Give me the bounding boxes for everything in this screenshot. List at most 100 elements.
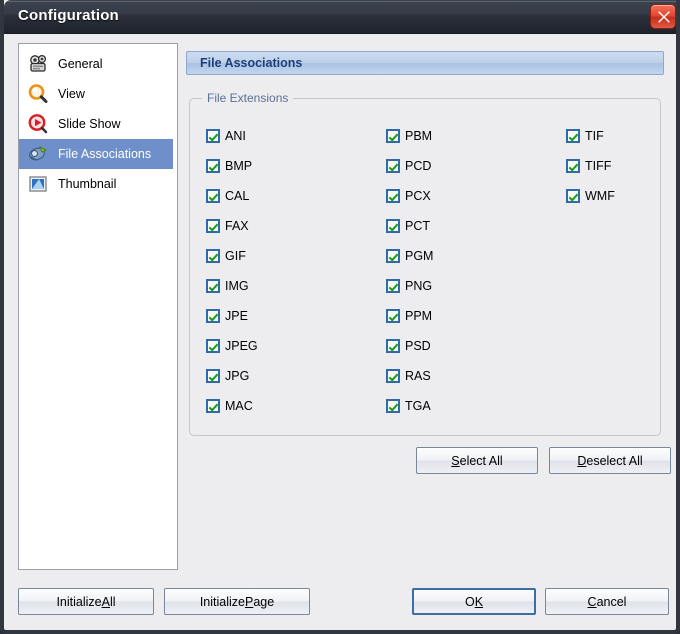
sidebar-item-label: Slide Show: [58, 117, 121, 131]
page-title: File Associations: [200, 56, 303, 70]
extension-label: TGA: [405, 399, 431, 413]
checkbox-jpeg[interactable]: [206, 339, 220, 353]
extension-label: JPE: [225, 309, 248, 323]
extension-label: PSD: [405, 339, 431, 353]
deselect-all-label-post: eselect All: [586, 453, 643, 468]
checkbox-wmf[interactable]: [566, 189, 580, 203]
checkbox-pct[interactable]: [386, 219, 400, 233]
select-all-label-post: elect All: [459, 453, 503, 468]
dialog-footer: Initialize All Initialize Page OK Cancel: [4, 584, 676, 626]
initialize-page-label-post: age: [253, 594, 275, 609]
list-item[interactable]: IMG: [190, 271, 370, 301]
checkbox-fax[interactable]: [206, 219, 220, 233]
checkbox-png[interactable]: [386, 279, 400, 293]
extension-label: WMF: [585, 189, 615, 203]
list-item[interactable]: MAC: [190, 391, 370, 421]
play-circle-icon: [27, 113, 49, 135]
checkbox-cal[interactable]: [206, 189, 220, 203]
checkbox-ani[interactable]: [206, 129, 220, 143]
list-item[interactable]: JPE: [190, 301, 370, 331]
extension-label: PPM: [405, 309, 433, 323]
extension-label: JPEG: [225, 339, 258, 353]
sidebar-item-view[interactable]: View: [19, 79, 177, 109]
category-list[interactable]: General View Slide Show File Association…: [18, 43, 178, 570]
sidebar-item-slide-show[interactable]: Slide Show: [19, 109, 177, 139]
checkbox-mac[interactable]: [206, 399, 220, 413]
list-item[interactable]: PCT: [370, 211, 550, 241]
list-item[interactable]: PNG: [370, 271, 550, 301]
list-item[interactable]: BMP: [190, 151, 370, 181]
file-link-icon: [27, 143, 49, 165]
extension-column-1: ANI BMP CAL FAX GIF IMG JPE JPEG JPG MAC: [190, 121, 370, 421]
cancel-label-post: ancel: [596, 594, 627, 609]
list-item[interactable]: FAX: [190, 211, 370, 241]
list-item[interactable]: CAL: [190, 181, 370, 211]
magnifier-icon: [27, 83, 49, 105]
checkbox-pbm[interactable]: [386, 129, 400, 143]
extension-label: GIF: [225, 249, 246, 263]
extension-label: PBM: [405, 129, 433, 143]
checkbox-jpg[interactable]: [206, 369, 220, 383]
camera-icon: [27, 53, 49, 75]
extension-label: RAS: [405, 369, 431, 383]
checkbox-pgm[interactable]: [386, 249, 400, 263]
select-all-accel: S: [451, 453, 460, 468]
checkbox-img[interactable]: [206, 279, 220, 293]
sidebar-item-label: View: [58, 87, 85, 101]
cancel-accel: C: [587, 594, 597, 609]
dialog-body: General View Slide Show File Association…: [4, 34, 676, 626]
extension-columns: ANI BMP CAL FAX GIF IMG JPE JPEG JPG MAC…: [190, 121, 662, 421]
list-item[interactable]: GIF: [190, 241, 370, 271]
group-title: File Extensions: [202, 91, 294, 105]
extension-column-3: TIF TIFF WMF: [550, 121, 660, 421]
checkbox-pcd[interactable]: [386, 159, 400, 173]
list-item[interactable]: PSD: [370, 331, 550, 361]
checkbox-tga[interactable]: [386, 399, 400, 413]
extension-label: PCD: [405, 159, 432, 173]
checkbox-bmp[interactable]: [206, 159, 220, 173]
checkbox-gif[interactable]: [206, 249, 220, 263]
list-item[interactable]: PBM: [370, 121, 550, 151]
ok-button[interactable]: OK: [412, 588, 536, 615]
extension-label: JPG: [225, 369, 250, 383]
sidebar-item-general[interactable]: General: [19, 49, 177, 79]
list-item[interactable]: TIFF: [550, 151, 660, 181]
list-item[interactable]: TGA: [370, 391, 550, 421]
initialize-all-label-pre: Initialize: [56, 594, 102, 609]
sidebar-item-thumbnail[interactable]: Thumbnail: [19, 169, 177, 199]
checkbox-ras[interactable]: [386, 369, 400, 383]
select-all-button[interactable]: Select All: [416, 447, 538, 474]
list-item[interactable]: PCD: [370, 151, 550, 181]
initialize-all-button[interactable]: Initialize All: [18, 588, 154, 615]
window-title: Configuration: [18, 7, 119, 24]
panel-header: File Associations: [186, 51, 664, 75]
checkbox-pcx[interactable]: [386, 189, 400, 203]
checkbox-jpe[interactable]: [206, 309, 220, 323]
close-icon[interactable]: [650, 4, 676, 29]
initialize-all-accel: A: [101, 594, 110, 609]
list-item[interactable]: ANI: [190, 121, 370, 151]
deselect-all-button[interactable]: Deselect All: [549, 447, 671, 474]
checkbox-tif[interactable]: [566, 129, 580, 143]
sidebar-item-label: General: [58, 57, 103, 71]
thumbnail-image-icon: [27, 173, 49, 195]
list-item[interactable]: WMF: [550, 181, 660, 211]
list-item[interactable]: PPM: [370, 301, 550, 331]
checkbox-ppm[interactable]: [386, 309, 400, 323]
list-item[interactable]: JPEG: [190, 331, 370, 361]
list-item[interactable]: TIF: [550, 121, 660, 151]
list-item[interactable]: JPG: [190, 361, 370, 391]
cancel-button[interactable]: Cancel: [545, 588, 669, 615]
checkbox-psd[interactable]: [386, 339, 400, 353]
title-bar: Configuration: [4, 0, 676, 34]
ok-accel: K: [474, 594, 484, 609]
extension-label: MAC: [225, 399, 253, 413]
initialize-page-button[interactable]: Initialize Page: [164, 588, 310, 615]
titlebar-highlight: [5, 1, 676, 2]
checkbox-tiff[interactable]: [566, 159, 580, 173]
list-item[interactable]: RAS: [370, 361, 550, 391]
sidebar-item-file-associations[interactable]: File Associations: [19, 139, 173, 169]
list-item[interactable]: PCX: [370, 181, 550, 211]
list-item[interactable]: PGM: [370, 241, 550, 271]
close-x-glyph: [658, 11, 670, 23]
